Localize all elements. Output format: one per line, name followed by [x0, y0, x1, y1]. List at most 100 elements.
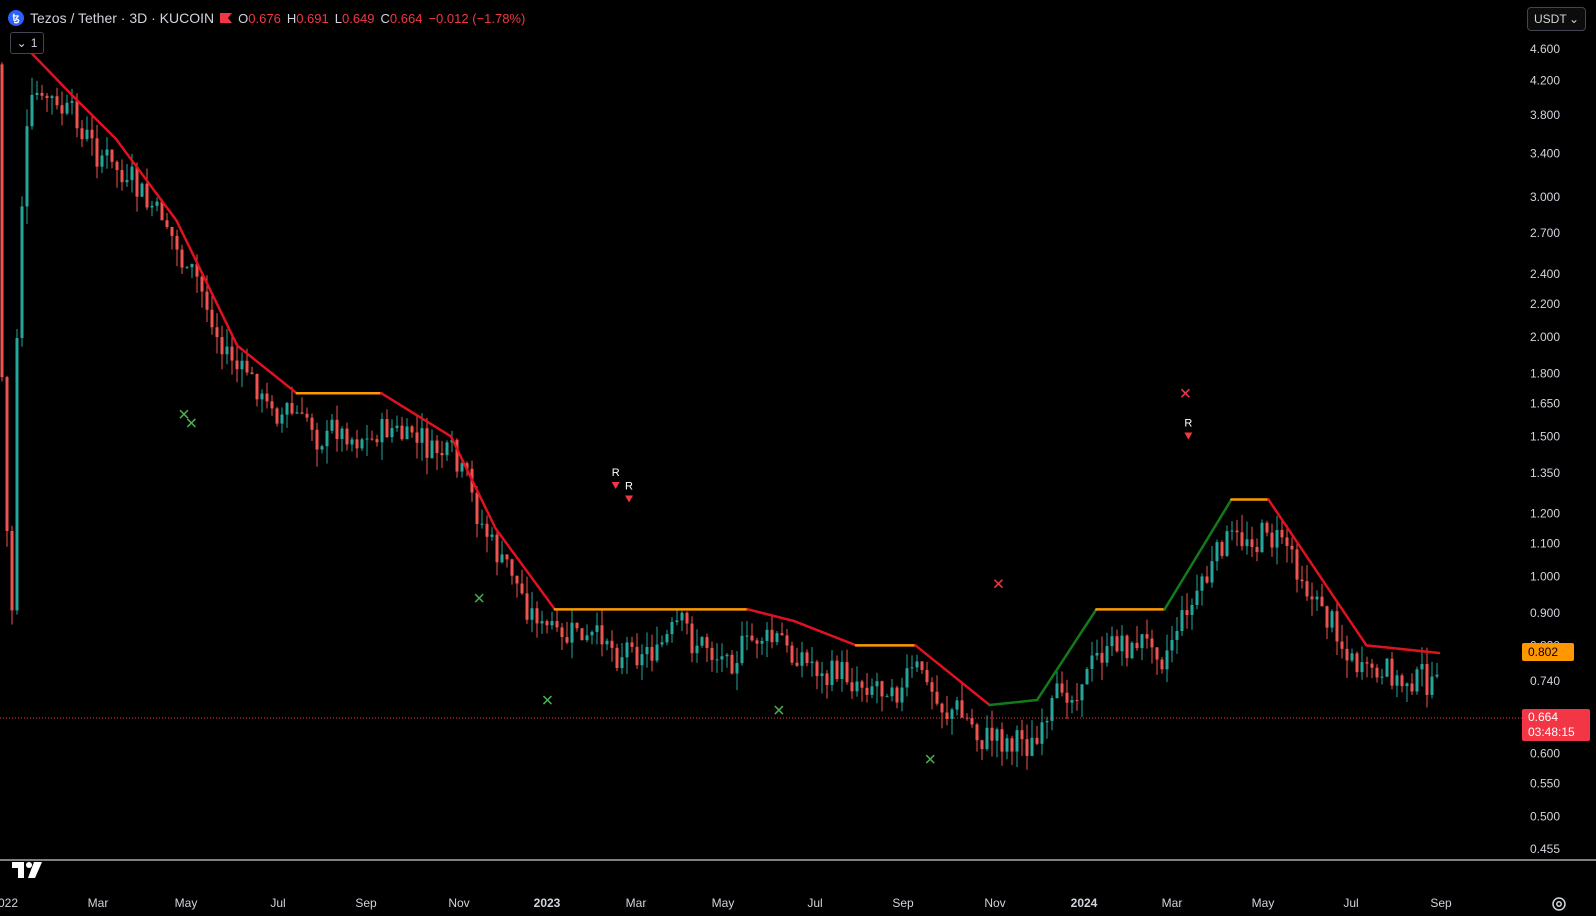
candle-body: [285, 402, 289, 415]
candle-body: [1075, 700, 1079, 702]
candle-body: [895, 687, 899, 703]
candle-body: [95, 138, 99, 167]
candle-body: [1195, 590, 1199, 605]
candle-body: [180, 249, 184, 268]
time-axis-label: Nov: [448, 896, 469, 910]
price-chart[interactable]: RRR 4.6004.2003.8003.4003.0002.7002.4002…: [0, 0, 1596, 916]
time-axis-label: May: [712, 896, 735, 910]
price-axis-label: 0.455: [1530, 842, 1560, 856]
countdown-timer: 03:48:15: [1528, 725, 1575, 739]
candle-body: [1395, 675, 1399, 686]
time-axis-label: Sep: [1430, 896, 1452, 910]
candle-body: [630, 642, 634, 647]
collapse-indicators-button[interactable]: ⌄ 1: [10, 32, 44, 54]
price-axis-label: 1.500: [1530, 429, 1560, 443]
candle-body: [995, 729, 999, 741]
candle-body: [25, 126, 29, 207]
candle-body: [20, 206, 24, 338]
candle-body: [145, 183, 149, 208]
candle-body: [1370, 663, 1374, 668]
price-axis-label: 1.650: [1530, 397, 1560, 411]
candle-body: [1235, 530, 1239, 533]
candle-body: [645, 646, 649, 655]
candle-body: [330, 419, 334, 431]
candle-body: [540, 621, 544, 624]
candle-body: [150, 205, 154, 208]
candle-body: [1200, 576, 1204, 591]
price-axis-label: 0.600: [1530, 746, 1560, 760]
candle-body: [805, 652, 809, 664]
symbol-title[interactable]: Tezos / Tether · 3D · KUCOIN: [30, 10, 214, 26]
candle-body: [680, 612, 684, 621]
price-axis-label: 2.400: [1530, 267, 1560, 281]
flag-icon[interactable]: [220, 13, 233, 23]
candle-body: [505, 554, 509, 560]
candle-body: [315, 429, 319, 450]
time-axis[interactable]: 022 Mar May Jul Sep Nov 2023 Mar May Jul Sep Nov 202…: [0, 896, 1452, 910]
candle-body: [1025, 739, 1029, 756]
candle-body: [250, 372, 254, 375]
candle-body: [1055, 683, 1059, 699]
candle-body: [1225, 531, 1229, 556]
candle-body: [1105, 646, 1109, 663]
candle-body: [15, 337, 19, 611]
candle-body: [290, 402, 294, 414]
candle-body: [5, 377, 9, 531]
candle-body: [50, 96, 54, 98]
candle-body: [135, 166, 139, 197]
price-change: −0.012 (−1.78%): [428, 10, 526, 26]
candle-body: [1345, 648, 1349, 661]
price-axis-label: 3.000: [1530, 190, 1560, 204]
price-axis-label: 1.800: [1530, 366, 1560, 380]
trend-segment: [72, 96, 117, 140]
candle-body: [405, 426, 409, 440]
candle-body: [360, 439, 364, 449]
candle-body: [625, 642, 629, 658]
candle-body: [830, 660, 834, 686]
price-axis-label: 2.700: [1530, 226, 1560, 240]
candle-body: [1375, 667, 1379, 678]
candle-body: [1080, 684, 1084, 701]
candle-body: [660, 642, 664, 645]
down-triangle-icon: [611, 481, 620, 489]
time-axis-label: Sep: [892, 896, 914, 910]
candle-body: [905, 668, 909, 688]
currency-select[interactable]: USDT ⌄: [1527, 7, 1586, 31]
candle-body: [795, 662, 799, 666]
candle-body: [65, 102, 69, 114]
candle-body: [1210, 561, 1214, 583]
candle-body: [10, 530, 14, 611]
candle-body: [190, 264, 194, 268]
candle-body: [245, 360, 249, 373]
candle-body: [1275, 529, 1279, 548]
candle-body: [600, 625, 604, 645]
candle-body: [1390, 658, 1394, 686]
candle-body: [730, 654, 734, 674]
candle-body: [365, 438, 369, 440]
candle-body: [430, 440, 434, 458]
candle-body: [1330, 611, 1334, 628]
candle-body: [705, 637, 709, 648]
time-axis-label: May: [175, 896, 198, 910]
tradingview-logo[interactable]: [12, 862, 46, 878]
candle-body: [1400, 675, 1404, 687]
candle-body: [1180, 610, 1184, 632]
candle-body: [665, 634, 669, 643]
time-axis-label: Mar: [1162, 896, 1183, 910]
candle-body: [1130, 642, 1134, 659]
candle-body: [1240, 532, 1244, 547]
candle-body: [1280, 529, 1284, 538]
down-triangle-icon: [1184, 432, 1193, 440]
tezos-coin-icon: ꜩ: [8, 10, 24, 26]
indicator-count: 1: [30, 36, 38, 50]
price-axis-label: 2.000: [1530, 330, 1560, 344]
candle-body: [970, 718, 974, 725]
gear-icon[interactable]: [1551, 896, 1567, 912]
price-axis-label: 3.800: [1530, 108, 1560, 122]
candle-body: [105, 149, 109, 156]
candle-body: [230, 346, 234, 361]
candle-body: [715, 659, 719, 661]
candle-body: [1070, 700, 1074, 703]
candle-body: [1260, 522, 1264, 553]
candle-body: [885, 696, 889, 698]
